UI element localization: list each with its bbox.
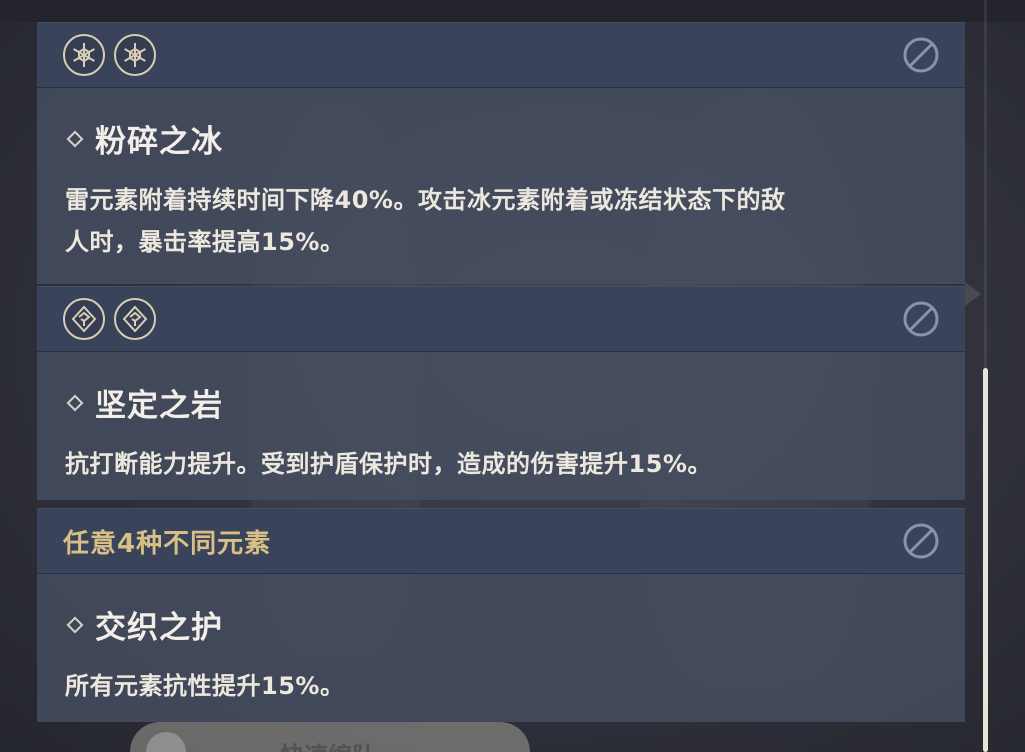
cryo-element-icon (63, 34, 105, 76)
resonance-description: 抗打断能力提升。受到护盾保护时，造成的伤害提升15%。 (65, 443, 937, 485)
quick-setup-button[interactable]: 快速编队 (130, 722, 530, 752)
resonance-card-enduring-rock: 坚定之岩 抗打断能力提升。受到护盾保护时，造成的伤害提升15%。 (37, 286, 965, 500)
resonance-header: 任意4种不同元素 (37, 508, 965, 574)
resonance-body: 粉碎之冰 雷元素附着持续时间下降40%。攻击冰元素附着或冻结状态下的敌 人时，暴… (37, 88, 965, 284)
resonance-card-shattering-ice: 粉碎之冰 雷元素附着持续时间下降40%。攻击冰元素附着或冻结状态下的敌 人时，暴… (37, 22, 965, 284)
resonance-card-protective-canopy: 任意4种不同元素 交织之护 所有元素抗性提升15%。 (37, 508, 965, 722)
inactive-icon (903, 301, 939, 337)
resonance-body: 坚定之岩 抗打断能力提升。受到护盾保护时，造成的伤害提升15%。 (37, 352, 965, 500)
cryo-element-icon (114, 34, 156, 76)
resonance-header (37, 22, 965, 88)
resonance-title-row: 坚定之岩 (65, 380, 937, 425)
description-line: 人时，暴击率提高15%。 (65, 228, 345, 256)
resonance-title-row: 交织之护 (65, 602, 937, 647)
inactive-icon (903, 37, 939, 73)
description-line: 所有元素抗性提升15%。 (65, 672, 345, 700)
resonance-header (37, 286, 965, 352)
resonance-description: 所有元素抗性提升15%。 (65, 665, 937, 707)
scrollbar-thumb[interactable] (983, 368, 988, 752)
resonance-title-row: 粉碎之冰 (65, 116, 937, 161)
quick-setup-label: 快速编队 (280, 736, 376, 752)
resonance-title: 交织之护 (95, 610, 223, 646)
elemental-resonance-panel: 粉碎之冰 雷元素附着持续时间下降40%。攻击冰元素附着或冻结状态下的敌 人时，暴… (0, 0, 1025, 752)
geo-element-icon (63, 298, 105, 340)
geo-element-icon (114, 298, 156, 340)
resonance-condition-text: 任意4种不同元素 (63, 528, 272, 559)
description-line: 雷元素附着持续时间下降40%。攻击冰元素附着或冻结状态下的敌 (65, 186, 786, 214)
description-line: 抗打断能力提升。受到护盾保护时，造成的伤害提升15%。 (65, 450, 712, 478)
diamond-bullet-icon (66, 394, 84, 411)
resonance-description: 雷元素附着持续时间下降40%。攻击冰元素附着或冻结状态下的敌 人时，暴击率提高1… (65, 179, 937, 263)
resonance-title: 坚定之岩 (95, 388, 223, 424)
button-icon (146, 732, 186, 752)
diamond-bullet-icon (66, 616, 84, 633)
resonance-title: 粉碎之冰 (95, 124, 223, 160)
top-strip (0, 0, 1025, 22)
side-arrow-icon (965, 282, 981, 306)
inactive-icon (903, 523, 939, 559)
diamond-bullet-icon (66, 130, 84, 147)
resonance-body: 交织之护 所有元素抗性提升15%。 (37, 574, 965, 722)
